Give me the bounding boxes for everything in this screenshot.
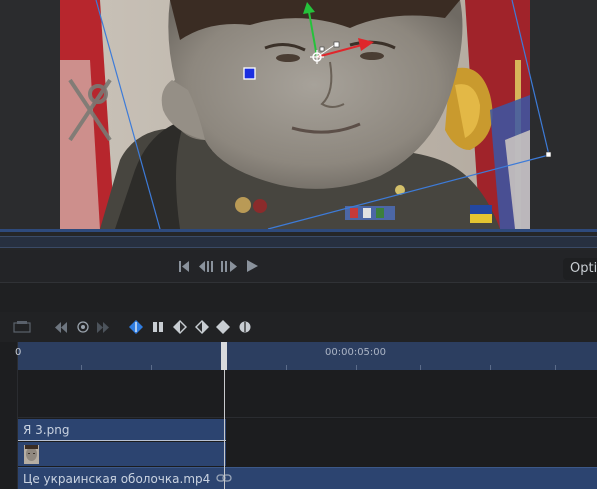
linear-keyframe-button[interactable] bbox=[129, 320, 143, 334]
time-ruler[interactable] bbox=[18, 342, 597, 370]
next-keyframe-icon bbox=[97, 321, 109, 333]
ease-in-out-keyframe-button[interactable] bbox=[216, 320, 230, 334]
empty-track-area[interactable] bbox=[226, 419, 597, 466]
face-thumbnail bbox=[24, 445, 39, 464]
ruler-start-label: 0 bbox=[15, 347, 22, 358]
playhead-line[interactable] bbox=[224, 370, 225, 489]
playhead-handle[interactable] bbox=[221, 342, 227, 370]
transport-controls bbox=[0, 250, 597, 282]
panel-separator bbox=[0, 282, 597, 313]
ease-out-keyframe-button[interactable] bbox=[195, 320, 209, 334]
ease-in-keyframe-button[interactable] bbox=[173, 320, 187, 334]
skip-to-start-icon bbox=[179, 260, 189, 272]
video-clip-label: Це украинская оболочка.mp4 bbox=[23, 472, 211, 486]
add-remove-keyframe-button[interactable] bbox=[76, 320, 90, 334]
track-header-column bbox=[0, 342, 18, 489]
image-clip[interactable]: Я 3.png bbox=[18, 419, 226, 441]
film-track-icon bbox=[13, 321, 31, 333]
track-settings-button[interactable] bbox=[12, 320, 32, 334]
anchor-point-handle[interactable] bbox=[243, 67, 256, 80]
ease-in-out-keyframe-icon bbox=[216, 320, 230, 334]
image-clip-thumbnail-strip[interactable] bbox=[18, 442, 226, 466]
previous-frame-icon bbox=[199, 260, 213, 272]
hold-keyframe-button[interactable] bbox=[151, 320, 165, 334]
ease-in-keyframe-icon bbox=[173, 320, 187, 334]
scale-handle[interactable] bbox=[319, 46, 325, 52]
preview-image bbox=[60, 0, 530, 229]
hold-keyframe-icon bbox=[153, 322, 163, 332]
viewer-bottom-border bbox=[0, 229, 597, 232]
timeline-panel[interactable]: 0 00:00:05:00 Я 3.png Це украинская обол… bbox=[0, 342, 597, 489]
previous-keyframe-button[interactable] bbox=[54, 320, 68, 334]
play-button[interactable] bbox=[246, 259, 258, 273]
keyframe-toolbar bbox=[0, 312, 597, 342]
next-frame-icon bbox=[221, 260, 237, 272]
corner-scale-handle[interactable] bbox=[545, 151, 552, 158]
rotation-handle[interactable] bbox=[333, 41, 340, 48]
ease-out-keyframe-icon bbox=[195, 320, 209, 334]
auto-keyframe-button[interactable] bbox=[238, 320, 252, 334]
linear-keyframe-icon bbox=[129, 320, 143, 334]
go-to-start-button[interactable] bbox=[179, 259, 189, 273]
empty-track-row[interactable] bbox=[18, 370, 597, 418]
preview-frame bbox=[60, 0, 530, 229]
ruler-timecode-label: 00:00:05:00 bbox=[325, 347, 387, 358]
preview-scrub-bar[interactable] bbox=[0, 236, 597, 248]
previous-keyframe-icon bbox=[55, 321, 67, 333]
options-tab[interactable]: Opti bbox=[563, 258, 597, 280]
video-clip[interactable]: Це украинская оболочка.mp4 bbox=[18, 467, 597, 489]
auto-keyframe-icon bbox=[239, 321, 251, 333]
play-icon bbox=[246, 260, 258, 272]
image-clip-label: Я 3.png bbox=[23, 423, 70, 437]
video-preview[interactable] bbox=[0, 0, 597, 232]
next-frame-button[interactable] bbox=[221, 259, 237, 273]
keyframe-target-icon bbox=[77, 321, 89, 333]
next-keyframe-button[interactable] bbox=[96, 320, 110, 334]
previous-frame-button[interactable] bbox=[199, 259, 215, 273]
